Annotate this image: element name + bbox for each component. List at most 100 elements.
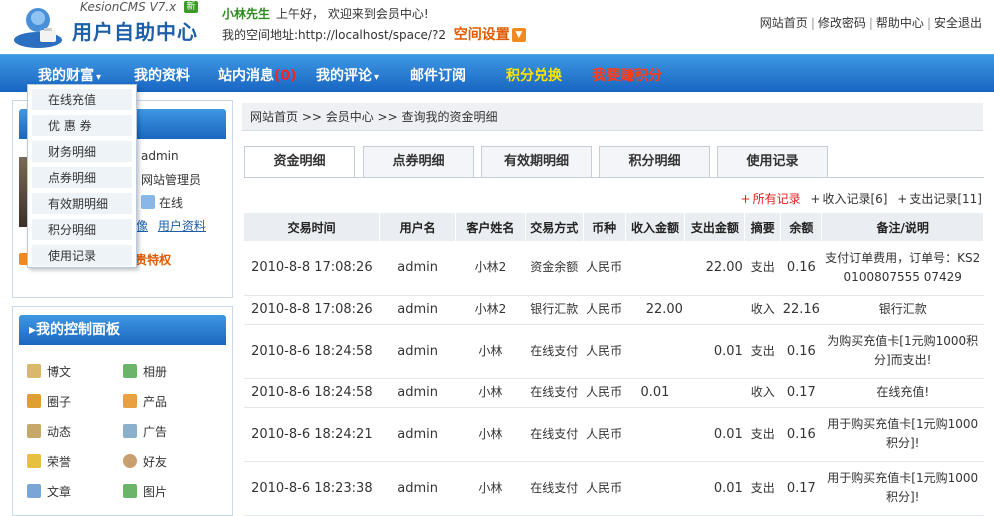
- col-header-expense: 支出金额: [684, 213, 746, 241]
- greeting: 上午好， 欢迎来到会员中心!: [276, 7, 429, 21]
- speaker-icon: [27, 424, 41, 438]
- tab-points-detail[interactable]: 积分明细: [599, 146, 710, 177]
- menu-item-validity-detail[interactable]: 有效期明细: [32, 193, 132, 215]
- col-header-customer: 客户姓名: [455, 213, 526, 241]
- link-change-password[interactable]: 修改密码: [818, 16, 866, 30]
- link-home[interactable]: 网站首页: [760, 16, 808, 30]
- table-row: 2010-8-6 18:23:38 admin 小林 在线支付 人民币 0.01…: [244, 461, 984, 516]
- blog-icon: [27, 364, 41, 378]
- cell-income: 22.00: [625, 295, 685, 325]
- col-header-method: 交易方式: [525, 213, 584, 241]
- filter-expense[interactable]: 支出记录[11]: [909, 192, 982, 206]
- cell-customer: 小林: [455, 407, 526, 462]
- ctrl-album[interactable]: 相册: [123, 363, 167, 380]
- cell-summary: 收入: [744, 378, 781, 408]
- cell-expense: [684, 295, 745, 325]
- ctrl-article[interactable]: 文章: [27, 483, 71, 500]
- cell-summary: 支出: [744, 324, 781, 379]
- message-count-badge: (0): [274, 68, 297, 84]
- col-header-summary: 摘要: [744, 213, 782, 241]
- fund-detail-table: 交易时间 用户名 客户姓名 交易方式 币种 收入金额 支出金额 摘要 余额 备注…: [244, 213, 984, 516]
- nav-my-wealth[interactable]: 我的财富 ▾: [38, 65, 101, 85]
- cell-user: admin: [379, 241, 456, 296]
- cell-currency: 人民币: [583, 461, 626, 516]
- cell-income: [625, 461, 685, 516]
- picture-icon: [123, 484, 137, 498]
- friend-icon: [123, 454, 137, 468]
- col-header-time: 交易时间: [244, 213, 381, 241]
- cell-user: admin: [379, 407, 456, 462]
- article-icon: [27, 484, 41, 498]
- nav-my-profile[interactable]: 我的资料: [134, 65, 190, 85]
- cell-method: 在线支付: [525, 378, 584, 408]
- link-help[interactable]: 帮助中心: [876, 16, 924, 30]
- nav-my-comments[interactable]: 我的评论 ▾: [316, 65, 379, 85]
- menu-item-finance-detail[interactable]: 财务明细: [32, 141, 132, 163]
- table-header-row: 交易时间 用户名 客户姓名 交易方式 币种 收入金额 支出金额 摘要 余额 备注…: [244, 213, 984, 241]
- cell-time: 2010-8-8 17:08:26: [244, 295, 380, 325]
- cell-time: 2010-8-8 17:08:26: [244, 241, 380, 296]
- ctrl-blog[interactable]: 博文: [27, 363, 71, 380]
- control-panel: ▸我的控制面板 博文 相册 圈子 产品 动态 广告 荣誉 好友 文章 图片: [12, 306, 233, 516]
- cell-customer: 小林: [455, 461, 526, 516]
- space-settings-button[interactable]: 空间设置 ▼: [454, 27, 526, 43]
- cell-note: 用于购买充值卡[1元购1000积分]!: [821, 407, 984, 462]
- username: 小林先生: [222, 7, 271, 21]
- table-row: 2010-8-8 17:08:26 admin 小林2 银行汇款 人民币 22.…: [244, 295, 984, 325]
- cell-balance: 22.16: [780, 295, 822, 325]
- cell-balance: 0.16: [780, 407, 822, 462]
- ctrl-ads[interactable]: 广告: [123, 423, 167, 440]
- menu-item-points-detail[interactable]: 积分明细: [32, 219, 132, 241]
- user-avatar-icon: [14, 8, 62, 48]
- link-logout[interactable]: 安全退出: [934, 16, 982, 30]
- tab-usage-record[interactable]: 使用记录: [717, 146, 828, 177]
- ctrl-honor[interactable]: 荣誉: [27, 453, 71, 470]
- link-avatar[interactable]: 像: [136, 219, 148, 233]
- cell-note: 为购买充值卡[1元购1000积分]而支出!: [821, 324, 984, 379]
- cell-note: 在线充值!: [821, 378, 984, 408]
- cell-expense: [684, 378, 745, 408]
- menu-item-usage-record[interactable]: 使用记录: [32, 245, 132, 267]
- ctrl-circle[interactable]: 圈子: [27, 393, 71, 410]
- record-filters: + 所有记录 + 收入记录[6] + 支出记录[11]: [740, 192, 983, 206]
- cell-user: admin: [379, 324, 456, 379]
- ctrl-pictures[interactable]: 图片: [123, 483, 167, 500]
- chevron-down-icon: ▾: [96, 72, 102, 83]
- cell-summary: 支出: [744, 407, 781, 462]
- col-header-income: 收入金额: [625, 213, 686, 241]
- filter-all[interactable]: 所有记录: [753, 192, 801, 206]
- cell-expense: 0.01: [684, 461, 745, 516]
- cell-method: 银行汇款: [525, 295, 584, 325]
- nav-points-exchange[interactable]: 积分兑换: [506, 65, 562, 85]
- nav-earn-points[interactable]: 我要赚积分: [592, 65, 662, 85]
- col-header-note: 备注/说明: [821, 213, 984, 241]
- table-row: 2010-8-8 17:08:26 admin 小林2 资金余额 人民币 22.…: [244, 241, 984, 296]
- menu-item-coupon[interactable]: 优 惠 券: [32, 115, 132, 137]
- cell-currency: 人民币: [583, 407, 626, 462]
- filter-income[interactable]: 收入记录[6]: [822, 192, 887, 206]
- nav-mail-subscribe[interactable]: 邮件订阅: [410, 65, 466, 85]
- table-row: 2010-8-6 18:24:58 admin 小林 在线支付 人民币 0.01…: [244, 324, 984, 379]
- cell-income: [625, 241, 685, 296]
- col-header-user: 用户名: [379, 213, 457, 241]
- menu-item-recharge[interactable]: 在线充值: [32, 89, 132, 111]
- ctrl-friends[interactable]: 好友: [123, 453, 167, 470]
- table-row: 2010-8-6 18:24:21 admin 小林 在线支付 人民币 0.01…: [244, 407, 984, 462]
- album-icon: [123, 364, 137, 378]
- nav-messages[interactable]: 站内消息(0): [218, 65, 297, 85]
- tab-validity-detail[interactable]: 有效期明细: [481, 146, 592, 177]
- ctrl-feed[interactable]: 动态: [27, 423, 71, 440]
- tab-fund-detail[interactable]: 资金明细: [244, 146, 355, 178]
- cell-summary: 支出: [744, 241, 781, 296]
- table-row: 2010-8-6 18:24:58 admin 小林 在线支付 人民币 0.01…: [244, 378, 984, 408]
- tab-coupon-detail[interactable]: 点券明细: [363, 146, 474, 177]
- ads-icon: [123, 424, 137, 438]
- cell-method: 在线支付: [525, 407, 584, 462]
- link-user-profile[interactable]: 用户资料: [158, 219, 206, 233]
- cell-expense: 22.00: [684, 241, 745, 296]
- tab-divider: [244, 177, 984, 178]
- brand-name: KesionCMS V7.x: [80, 0, 177, 14]
- ctrl-product[interactable]: 产品: [123, 393, 167, 410]
- space-url[interactable]: http://localhost/space/?2: [298, 28, 446, 42]
- menu-item-point-coupon-detail[interactable]: 点券明细: [32, 167, 132, 189]
